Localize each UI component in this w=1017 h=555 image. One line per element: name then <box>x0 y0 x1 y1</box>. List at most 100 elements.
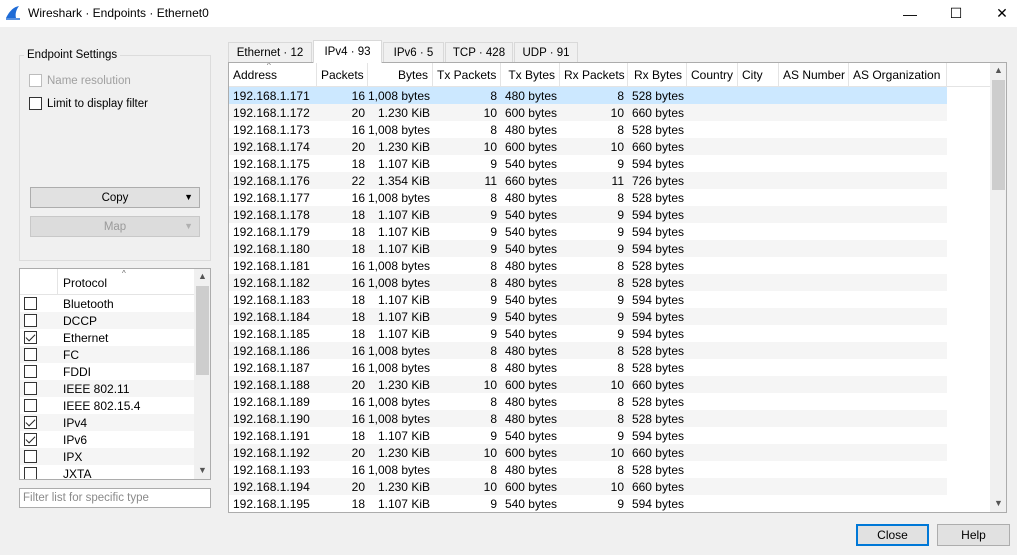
limit-display-filter-checkbox[interactable] <box>29 97 42 110</box>
table-row[interactable]: 192.168.1.189 16 1,008 bytes 8 480 bytes 8 528… <box>229 393 947 410</box>
table-cell: 660 bytes <box>504 174 557 188</box>
scrollbar-thumb[interactable] <box>196 286 209 375</box>
tab-ethernet[interactable]: Ethernet · 12 <box>228 42 312 62</box>
tab-tcp[interactable]: TCP · 428 <box>445 42 513 62</box>
table-row[interactable]: 192.168.1.194 20 1.230 KiB 10 600 bytes 10 660… <box>229 478 947 495</box>
table-row[interactable]: 192.168.1.179 18 1.107 KiB 9 540 bytes 9 594 b… <box>229 223 947 240</box>
protocol-list-item[interactable]: IEEE 802.11 <box>20 380 194 397</box>
table-row[interactable]: 192.168.1.185 18 1.107 KiB 9 540 bytes 9 594 b… <box>229 325 947 342</box>
protocol-list-item[interactable]: IEEE 802.15.4 <box>20 397 194 414</box>
column-header-as-number[interactable]: AS Number <box>779 63 849 87</box>
table-row[interactable]: 192.168.1.178 18 1.107 KiB 9 540 bytes 9 594 b… <box>229 206 947 223</box>
table-row[interactable]: 192.168.1.192 20 1.230 KiB 10 600 bytes 10 660… <box>229 444 947 461</box>
table-row[interactable]: 192.168.1.187 16 1,008 bytes 8 480 bytes 8 528… <box>229 359 947 376</box>
map-button[interactable]: Map ▼ <box>30 216 200 237</box>
protocol-checkbox[interactable] <box>24 382 37 395</box>
column-header-country[interactable]: Country <box>687 63 738 87</box>
checkbox-column-header[interactable] <box>20 269 58 295</box>
table-row[interactable]: 192.168.1.177 16 1,008 bytes 8 480 bytes 8 528… <box>229 189 947 206</box>
table-row[interactable]: 192.168.1.184 18 1.107 KiB 9 540 bytes 9 594 b… <box>229 308 947 325</box>
table-cell: 8 <box>617 361 624 375</box>
protocol-list-scrollbar[interactable]: ▲ ▼ <box>194 269 210 479</box>
column-header-packets[interactable]: Packets <box>317 63 368 87</box>
table-row[interactable]: 192.168.1.171 16 1,008 bytes 8 480 bytes 8 528… <box>229 87 947 104</box>
protocol-list-item[interactable]: Ethernet <box>20 329 194 346</box>
table-cell: 1.107 KiB <box>377 429 430 443</box>
column-header-tx-bytes[interactable]: Tx Bytes <box>501 63 560 87</box>
column-header-bytes[interactable]: Bytes <box>368 63 433 87</box>
minimize-button[interactable]: — <box>887 0 933 27</box>
table-row[interactable]: 192.168.1.176 22 1.354 KiB 11 660 bytes 11 726… <box>229 172 947 189</box>
table-cell: 20 <box>351 446 365 460</box>
table-row[interactable]: 192.168.1.182 16 1,008 bytes 8 480 bytes 8 528… <box>229 274 947 291</box>
column-header-tx-packets[interactable]: Tx Packets <box>433 63 501 87</box>
table-cell: 9 <box>617 327 624 341</box>
maximize-button[interactable]: ☐ <box>933 0 979 27</box>
close-button[interactable]: Close <box>856 524 929 546</box>
table-cell: 10 <box>610 378 624 392</box>
table-row[interactable]: 192.168.1.193 16 1,008 bytes 8 480 bytes 8 528… <box>229 461 947 478</box>
scroll-up-icon[interactable]: ▲ <box>990 65 1006 75</box>
table-row[interactable]: 192.168.1.186 16 1,008 bytes 8 480 bytes 8 528… <box>229 342 947 359</box>
protocol-checkbox[interactable] <box>24 399 37 412</box>
column-header-city[interactable]: City <box>738 63 779 87</box>
table-cell: 1,008 bytes <box>368 412 431 426</box>
close-window-button[interactable]: ✕ <box>979 0 1017 27</box>
table-row[interactable]: 192.168.1.180 18 1.107 KiB 9 540 bytes 9 594 b… <box>229 240 947 257</box>
protocol-list-item[interactable]: JXTA <box>20 465 194 479</box>
help-button[interactable]: Help <box>937 524 1010 546</box>
tab-ipv4[interactable]: IPv4 · 93 <box>313 40 382 63</box>
table-cell: 192.168.1.173 <box>233 123 310 137</box>
column-header-address[interactable]: ^ Address <box>229 63 317 87</box>
table-row[interactable]: 192.168.1.181 16 1,008 bytes 8 480 bytes 8 528… <box>229 257 947 274</box>
table-row[interactable]: 192.168.1.172 20 1.230 KiB 10 600 bytes 10 660… <box>229 104 947 121</box>
table-row[interactable]: 192.168.1.173 16 1,008 bytes 8 480 bytes 8 528… <box>229 121 947 138</box>
table-cell: 192.168.1.183 <box>233 293 310 307</box>
protocol-checkbox[interactable] <box>24 348 37 361</box>
scroll-down-icon[interactable]: ▼ <box>990 498 1006 508</box>
protocol-checkbox[interactable] <box>24 314 37 327</box>
tab-udp[interactable]: UDP · 91 <box>514 42 578 62</box>
protocol-checkbox[interactable] <box>24 416 37 429</box>
protocol-checkbox[interactable] <box>24 467 37 479</box>
table-row[interactable]: 192.168.1.191 18 1.107 KiB 9 540 bytes 9 594 b… <box>229 427 947 444</box>
protocol-filter-input[interactable] <box>19 488 211 508</box>
table-row[interactable]: 192.168.1.190 16 1,008 bytes 8 480 bytes 8 528… <box>229 410 947 427</box>
table-cell: 18 <box>351 208 365 222</box>
protocol-list-item[interactable]: FDDI <box>20 363 194 380</box>
table-row[interactable]: 192.168.1.175 18 1.107 KiB 9 540 bytes 9 594 b… <box>229 155 947 172</box>
table-row[interactable]: 192.168.1.174 20 1.230 KiB 10 600 bytes 10 660… <box>229 138 947 155</box>
table-row[interactable]: 192.168.1.195 18 1.107 KiB 9 540 bytes 9 594 b… <box>229 495 947 512</box>
protocol-checkbox[interactable] <box>24 297 37 310</box>
table-row[interactable]: 192.168.1.183 18 1.107 KiB 9 540 bytes 9 594 b… <box>229 291 947 308</box>
protocol-checkbox[interactable] <box>24 450 37 463</box>
table-cell: 22 <box>351 174 365 188</box>
table-cell: 8 <box>490 89 497 103</box>
table-cell: 480 bytes <box>504 395 557 409</box>
protocol-list-item[interactable]: FC <box>20 346 194 363</box>
protocol-checkbox[interactable] <box>24 365 37 378</box>
table-header: ^ Address Packets Bytes Tx Packets Tx By… <box>229 63 991 87</box>
scroll-down-icon[interactable]: ▼ <box>194 465 210 475</box>
protocol-list-item[interactable]: IPv4 <box>20 414 194 431</box>
protocol-checkbox[interactable] <box>24 433 37 446</box>
table-cell: 528 bytes <box>631 259 684 273</box>
tab-ipv6[interactable]: IPv6 · 5 <box>383 42 444 62</box>
copy-button[interactable]: Copy ▼ <box>30 187 200 208</box>
protocol-checkbox[interactable] <box>24 331 37 344</box>
protocol-list-item[interactable]: Bluetooth <box>20 295 194 312</box>
protocol-list-item[interactable]: IPX <box>20 448 194 465</box>
table-row[interactable]: 192.168.1.188 20 1.230 KiB 10 600 bytes 10 660… <box>229 376 947 393</box>
column-header-rx-packets[interactable]: Rx Packets <box>560 63 628 87</box>
scrollbar-thumb[interactable] <box>992 80 1005 190</box>
name-resolution-checkbox[interactable] <box>29 74 42 87</box>
protocol-name: IPX <box>63 450 83 464</box>
protocol-list-item[interactable]: IPv6 <box>20 431 194 448</box>
table-scrollbar[interactable]: ▲ ▼ <box>990 63 1006 512</box>
column-header-as-organization[interactable]: AS Organization <box>849 63 947 87</box>
column-header-rx-bytes[interactable]: Rx Bytes <box>628 63 687 87</box>
protocol-column-header[interactable]: Protocol <box>63 276 107 290</box>
protocol-list: ^ Protocol Bluetooth DCCP Ethernet FC FDDI IE… <box>19 268 211 480</box>
scroll-up-icon[interactable]: ▲ <box>194 271 210 281</box>
protocol-list-item[interactable]: DCCP <box>20 312 194 329</box>
